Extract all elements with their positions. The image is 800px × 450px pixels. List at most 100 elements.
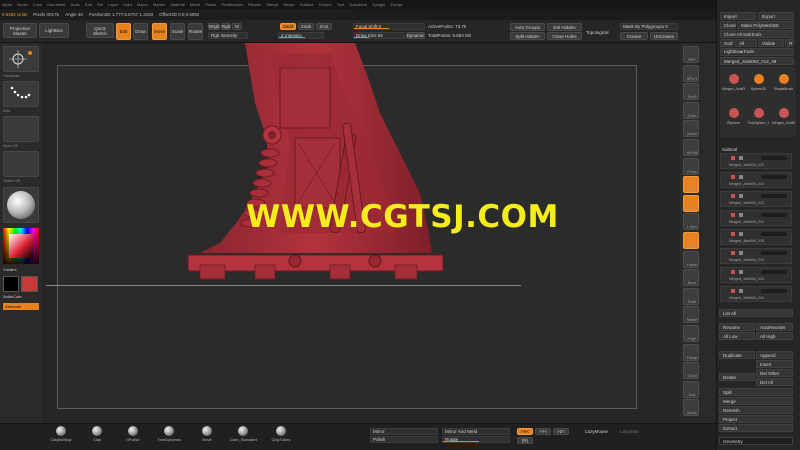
- make-polymesh-button[interactable]: Make PolyMesh3D: [737, 21, 794, 29]
- export-button[interactable]: Export: [758, 12, 794, 20]
- append-button[interactable]: Append: [756, 351, 793, 359]
- split-button[interactable]: Split: [719, 388, 793, 396]
- tool-thumbnail[interactable]: PolySphere_1: [747, 103, 770, 134]
- brush-claytubes[interactable]: ClayTubes: [268, 424, 294, 442]
- subtool-visibility-toggle[interactable]: [761, 251, 787, 255]
- menu-item-surface[interactable]: Surface: [300, 2, 314, 7]
- mirror-and-weld-button[interactable]: Mirror And Weld: [442, 428, 510, 435]
- radial-symmetry-button[interactable]: (R): [517, 437, 533, 444]
- brush-dam-standard[interactable]: Dam_Standard: [230, 424, 257, 442]
- brush-move[interactable]: Move: [194, 424, 220, 442]
- menu-item-transform[interactable]: Transform: [349, 2, 367, 7]
- lightbox-button[interactable]: LightBox: [39, 23, 69, 38]
- subtool-row[interactable]: Merged_Joint004_014: [720, 172, 792, 188]
- brush-claybuildup[interactable]: ClayBuildup: [48, 424, 74, 442]
- uncrease-button[interactable]: UnCrease: [650, 32, 678, 40]
- menu-item-color[interactable]: Color: [33, 2, 43, 7]
- rotate-mode-button[interactable]: Rotate: [188, 23, 203, 40]
- close-holes-button[interactable]: Close Holes: [547, 32, 582, 40]
- draw-size-slider[interactable]: Draw Size 64: [353, 32, 405, 39]
- menu-item-render[interactable]: Render: [248, 2, 261, 7]
- duplicate-button[interactable]: Duplicate: [719, 351, 755, 359]
- mask-by-polygroups-slider[interactable]: Mask By Polygroups 0: [620, 23, 678, 30]
- goz-button[interactable]: GoZ: [720, 39, 734, 47]
- projection-master-button[interactable]: Projection Master: [3, 23, 37, 38]
- insert-button[interactable]: Insert: [756, 360, 793, 368]
- menu-item-marker[interactable]: Marker: [153, 2, 165, 7]
- subtool-visibility-toggle[interactable]: [761, 175, 787, 179]
- del-hidden-button[interactable]: Del Hidden: [547, 23, 582, 31]
- draw-mode-button[interactable]: Draw: [133, 23, 148, 40]
- clone-button[interactable]: Clone: [720, 21, 736, 29]
- brush-clay[interactable]: Clay: [84, 424, 110, 442]
- gradient-label[interactable]: Gradient: [3, 268, 16, 272]
- y-symmetry-button[interactable]: >Y<: [535, 428, 551, 435]
- rotate-slider[interactable]: Rotate: [442, 436, 510, 443]
- m-button[interactable]: M: [232, 23, 242, 30]
- lazymouse-button[interactable]: LazyMouse: [585, 429, 608, 434]
- subtool-row[interactable]: Merged_Joint004_018: [720, 229, 792, 245]
- transpose-brush-slot[interactable]: [3, 46, 39, 72]
- rgb-button[interactable]: Rgb: [221, 23, 231, 30]
- main-color-swatch[interactable]: [21, 276, 38, 292]
- subtool-visibility-toggle[interactable]: [761, 289, 787, 293]
- subtool-visibility-toggle[interactable]: [761, 194, 787, 198]
- menu-item-material[interactable]: Material: [170, 2, 184, 7]
- del-other-button[interactable]: Del Other: [756, 369, 793, 377]
- stroke-slot[interactable]: [3, 81, 39, 107]
- zsub-button[interactable]: Zsub: [298, 23, 314, 30]
- switch-color-label[interactable]: SwitchColor: [3, 295, 22, 299]
- rgb-intensity-slider[interactable]: Rgb Intensity: [208, 32, 248, 39]
- move-mode-button[interactable]: Move: [152, 23, 167, 40]
- tool-thumbnail[interactable]: SimpleBrush: [772, 69, 795, 100]
- menu-item-preferences[interactable]: Preferences: [222, 2, 244, 7]
- focal-shift-slider[interactable]: Focal Shift 0: [353, 23, 425, 30]
- subtool-row[interactable]: Merged_Joint004_024: [720, 153, 792, 169]
- menu-item-zscript[interactable]: Zscript: [390, 2, 402, 7]
- menu-item-edit[interactable]: Edit: [85, 2, 92, 7]
- all-high-button[interactable]: All High: [756, 332, 793, 340]
- lazystep-slider[interactable]: LazyStep: [620, 429, 639, 434]
- autoreorder-button[interactable]: AutoReorder: [756, 323, 793, 331]
- remesh-button[interactable]: Remesh: [719, 406, 793, 414]
- menu-item-picker[interactable]: Picker: [205, 2, 216, 7]
- menu-item-stroke[interactable]: Stroke: [283, 2, 295, 7]
- zadd-button[interactable]: Zadd: [280, 23, 296, 30]
- brush-hpolish[interactable]: hPolish: [120, 424, 146, 442]
- topological-label[interactable]: Topological: [586, 30, 609, 35]
- brush-trimdynamic[interactable]: TrimDynamic: [156, 424, 182, 442]
- x-symmetry-button[interactable]: >X<: [517, 428, 533, 435]
- zcut-button[interactable]: Zcut: [316, 23, 332, 30]
- visible-button[interactable]: Visible: [758, 39, 784, 47]
- extract-button[interactable]: Extract: [719, 424, 793, 432]
- menu-item-macro[interactable]: Macro: [137, 2, 148, 7]
- tool-thumbnail[interactable]: Merged_Joint004_: [772, 103, 795, 134]
- color-picker[interactable]: [3, 228, 39, 264]
- import-button[interactable]: Import: [720, 12, 756, 20]
- menu-item-zplugin[interactable]: Zplugin: [372, 2, 385, 7]
- merge-button[interactable]: Merge: [719, 397, 793, 405]
- split-hidden-button[interactable]: Split Hidden: [510, 32, 545, 40]
- subtool-row[interactable]: Merged_Joint004_010: [720, 286, 792, 302]
- menu-item-stencil[interactable]: Stencil: [266, 2, 278, 7]
- polish-slider[interactable]: Polish: [370, 436, 438, 443]
- subtool-visibility-toggle[interactable]: [761, 213, 787, 217]
- texture-slot[interactable]: [3, 151, 39, 177]
- current-tool-slider[interactable]: Merged_Joint004_012_49: [720, 57, 794, 65]
- z-symmetry-button[interactable]: >Z<: [553, 428, 569, 435]
- menu-item-light[interactable]: Light: [123, 2, 132, 7]
- crease-button[interactable]: Crease: [620, 32, 648, 40]
- project-button[interactable]: Project: [719, 415, 793, 423]
- subtool-row[interactable]: Merged_Joint004_019: [720, 248, 792, 264]
- secondary-color-swatch[interactable]: [3, 276, 19, 292]
- z-intensity-slider[interactable]: Z Intensity: [278, 32, 324, 39]
- tool-thumbnail[interactable]: ZSphere: [722, 103, 745, 134]
- mrgb-button[interactable]: Mrgb: [208, 23, 220, 30]
- tool-thumbnail[interactable]: Merged_Joint004_: [722, 69, 745, 100]
- menu-item-layer[interactable]: Layer: [108, 2, 118, 7]
- menu-item-movie[interactable]: Movie: [190, 2, 201, 7]
- quick-sketch-button[interactable]: Quick Sketch: [86, 23, 114, 38]
- subtool-row[interactable]: Merged_Joint004_012: [720, 210, 792, 226]
- all-low-button[interactable]: All Low: [719, 332, 755, 340]
- edit-mode-button[interactable]: Edit: [116, 23, 131, 40]
